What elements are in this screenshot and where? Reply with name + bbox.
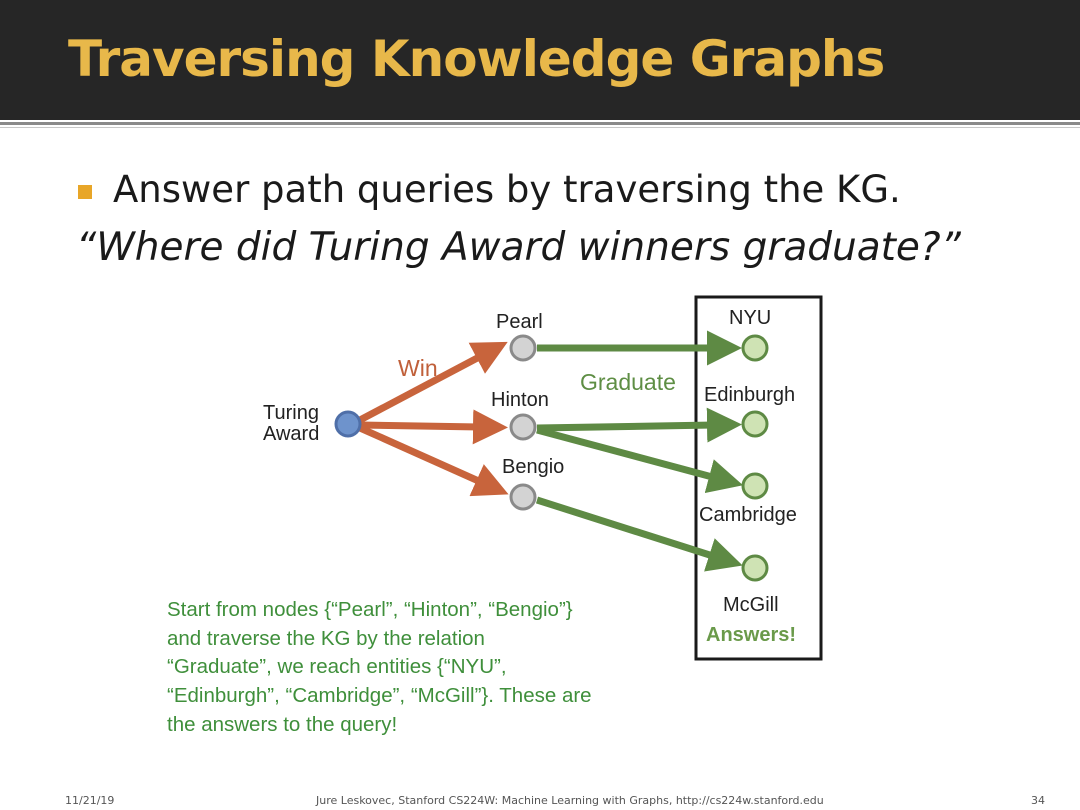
node-bengio — [509, 483, 537, 511]
relation-win-label: Win — [398, 355, 438, 381]
node-edinburgh — [741, 410, 769, 438]
footer-credit: Jure Leskovec, Stanford CS224W: Machine … — [316, 794, 824, 807]
label-pearl: Pearl — [496, 311, 543, 333]
label-edinburgh: Edinburgh — [704, 384, 796, 406]
node-mcgill — [741, 554, 769, 582]
footer-page-number: 34 — [1031, 794, 1045, 807]
description-line: Start from nodes {“Pearl”, “Hinton”, “Be… — [167, 598, 573, 621]
edge-graduate-hinton-edinburgh — [536, 407, 742, 443]
node-turing-award — [334, 410, 362, 438]
label-hinton: Hinton — [491, 389, 549, 411]
description-line: “Edinburgh”, “Cambridge”, “McGill”}. The… — [167, 684, 592, 708]
description-text: Start from nodes {“Pearl”, “Hinton”, “Be… — [167, 596, 687, 740]
label-bengio: Bengio — [502, 456, 565, 478]
description-line: the answers to the query! — [167, 712, 398, 736]
label-turing-award: Turing Award — [263, 402, 320, 445]
node-nyu — [741, 334, 769, 362]
node-pearl — [509, 334, 537, 362]
node-cambridge — [741, 472, 769, 500]
description-line: and traverse the KG by the relation — [167, 626, 485, 650]
relation-graduate-label: Graduate — [580, 369, 676, 395]
label-mcgill: McGill — [723, 594, 779, 616]
description-line: “Graduate”, we reach entities {“NYU”, — [167, 655, 507, 679]
edge-win-hinton — [359, 409, 508, 445]
label-cambridge: Cambridge — [699, 504, 797, 526]
node-hinton — [509, 413, 537, 441]
footer-date: 11/21/19 — [65, 794, 115, 807]
answers-label: Answers! — [706, 624, 797, 646]
label-nyu: NYU — [729, 307, 772, 329]
edge-win-bengio — [358, 424, 509, 497]
edge-graduate-bengio-mcgill — [535, 496, 743, 572]
